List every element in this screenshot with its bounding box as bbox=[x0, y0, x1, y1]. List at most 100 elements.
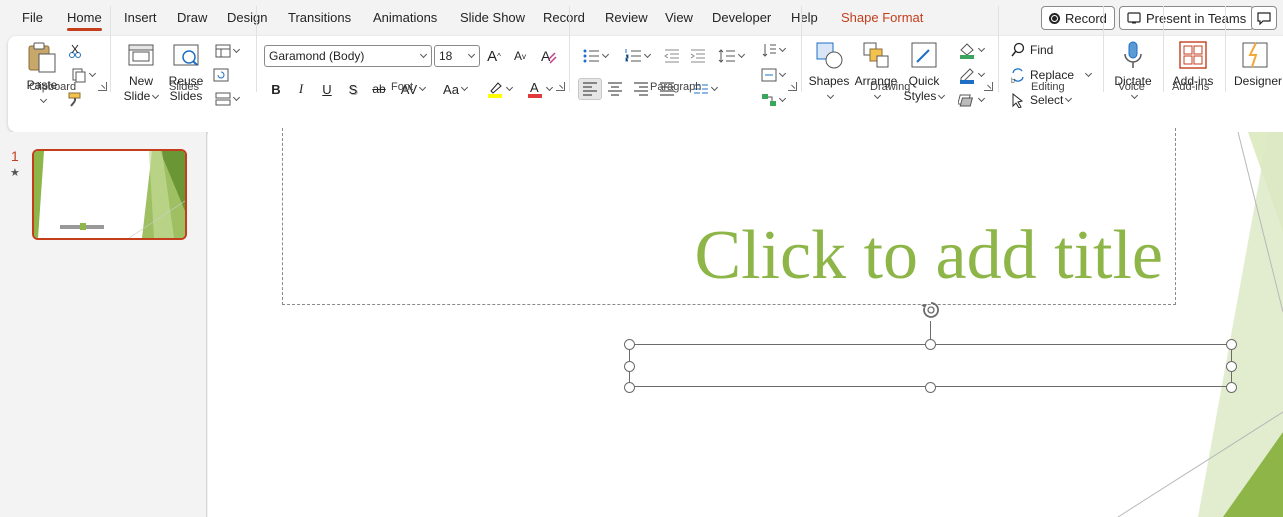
selected-text-box[interactable] bbox=[629, 344, 1232, 387]
increase-indent-button[interactable] bbox=[688, 45, 708, 67]
tab-shape-format[interactable]: Shape Format bbox=[841, 10, 923, 25]
align-right-button[interactable] bbox=[630, 78, 652, 100]
rotate-handle-icon[interactable] bbox=[918, 299, 944, 323]
reuse-slides-button[interactable]: Reuse Slides bbox=[166, 40, 206, 104]
font-launcher-icon[interactable] bbox=[556, 82, 565, 91]
resize-handle-bottom-right[interactable] bbox=[1226, 382, 1237, 393]
menu-bar: File Home Insert Draw Design Transitions… bbox=[0, 0, 1283, 36]
chevron-down-icon bbox=[778, 44, 787, 52]
tab-help[interactable]: Help bbox=[791, 10, 818, 25]
reset-button[interactable] bbox=[212, 66, 230, 84]
slide-thumbnail-1[interactable] bbox=[32, 149, 187, 240]
quick-styles-button[interactable]: Quick Styles bbox=[902, 40, 946, 104]
shape-effects-icon bbox=[958, 94, 974, 107]
tab-review[interactable]: Review bbox=[605, 10, 648, 25]
bold-button[interactable]: B bbox=[265, 78, 287, 100]
select-button[interactable]: Select bbox=[1010, 90, 1073, 110]
italic-button[interactable]: I bbox=[290, 78, 312, 100]
underline-button[interactable]: U bbox=[316, 78, 338, 100]
resize-handle-bottom[interactable] bbox=[925, 382, 936, 393]
font-size-combo[interactable]: 18 bbox=[434, 45, 480, 67]
shape-fill-button[interactable] bbox=[954, 40, 988, 60]
clear-formatting-button[interactable]: A bbox=[537, 45, 559, 67]
tab-design[interactable]: Design bbox=[227, 10, 267, 25]
resize-handle-top-left[interactable] bbox=[624, 339, 635, 350]
numbering-button[interactable] bbox=[620, 45, 654, 67]
align-left-button[interactable] bbox=[578, 78, 602, 100]
svg-text:A: A bbox=[541, 48, 551, 64]
drawing-group-label: Drawing bbox=[870, 81, 911, 93]
find-button[interactable]: Find bbox=[1010, 40, 1053, 60]
new-slide-button[interactable]: New Slide bbox=[120, 40, 162, 104]
chevron-down-icon bbox=[643, 50, 652, 58]
change-case-button[interactable]: Aa bbox=[438, 78, 472, 100]
chevron-down-icon bbox=[419, 83, 427, 91]
bullets-button[interactable] bbox=[578, 45, 612, 67]
slide-number: 1 bbox=[11, 148, 19, 164]
shrink-font-button[interactable]: Av bbox=[509, 45, 531, 67]
svg-text:A: A bbox=[530, 80, 539, 95]
paste-button[interactable]: Paste bbox=[22, 40, 62, 108]
resize-handle-top[interactable] bbox=[925, 339, 936, 350]
tab-home[interactable]: Home bbox=[67, 10, 102, 31]
drawing-launcher-icon[interactable] bbox=[984, 82, 993, 91]
section-button[interactable] bbox=[212, 90, 242, 108]
tab-transitions[interactable]: Transitions bbox=[288, 10, 351, 25]
decrease-indent-button[interactable] bbox=[662, 45, 682, 67]
shape-effects-button[interactable] bbox=[954, 90, 988, 110]
clipboard-launcher-icon[interactable] bbox=[98, 82, 107, 91]
text-direction-button[interactable] bbox=[756, 40, 790, 60]
tab-insert[interactable]: Insert bbox=[124, 10, 157, 25]
dictate-button[interactable]: Dictate bbox=[1110, 40, 1156, 104]
tab-draw[interactable]: Draw bbox=[177, 10, 207, 25]
resize-handle-right[interactable] bbox=[1226, 361, 1237, 372]
font-color-icon: A bbox=[528, 80, 542, 98]
highlight-color-button[interactable] bbox=[482, 78, 516, 100]
strikethrough-button[interactable]: ab bbox=[368, 78, 390, 100]
title-placeholder[interactable]: Click to add title bbox=[282, 128, 1176, 305]
align-center-button[interactable] bbox=[604, 78, 626, 100]
pen-icon bbox=[960, 68, 974, 84]
tab-slide-show[interactable]: Slide Show bbox=[460, 10, 525, 25]
chevron-down-icon bbox=[737, 50, 746, 58]
numbering-icon bbox=[625, 49, 641, 62]
chevron-down-icon bbox=[232, 45, 241, 53]
align-text-button[interactable] bbox=[756, 65, 790, 85]
chevron-down-icon bbox=[710, 83, 719, 91]
tab-view[interactable]: View bbox=[665, 10, 693, 25]
comment-icon bbox=[1257, 11, 1271, 25]
align-text-icon bbox=[761, 68, 777, 82]
arrange-button[interactable]: Arrange bbox=[854, 40, 898, 104]
chevron-down-icon bbox=[88, 69, 97, 77]
add-ins-group-label: Add-ins bbox=[1172, 81, 1210, 93]
comments-button[interactable] bbox=[1251, 6, 1277, 30]
shadow-button[interactable]: S bbox=[342, 78, 364, 100]
record-icon bbox=[1049, 12, 1060, 24]
new-slide-icon bbox=[128, 44, 154, 66]
chevron-down-icon bbox=[873, 91, 882, 100]
tab-animations[interactable]: Animations bbox=[373, 10, 437, 25]
tab-developer[interactable]: Developer bbox=[712, 10, 771, 25]
convert-smartart-button[interactable] bbox=[756, 90, 790, 110]
line-spacing-button[interactable] bbox=[714, 45, 748, 67]
resize-handle-top-right[interactable] bbox=[1226, 339, 1237, 350]
cut-button[interactable] bbox=[66, 42, 84, 60]
font-color-button[interactable]: A bbox=[522, 78, 556, 100]
grow-font-button[interactable]: A ^ bbox=[483, 45, 505, 67]
resize-handle-bottom-left[interactable] bbox=[624, 382, 635, 393]
font-name-combo[interactable]: Garamond (Body) bbox=[264, 45, 432, 67]
present-in-teams-button[interactable]: Present in Teams bbox=[1119, 6, 1255, 30]
shapes-button[interactable]: Shapes bbox=[808, 40, 850, 104]
tab-record[interactable]: Record bbox=[543, 10, 585, 25]
shape-outline-button[interactable] bbox=[954, 65, 988, 85]
chevron-down-icon bbox=[545, 83, 554, 91]
tab-file[interactable]: File bbox=[22, 10, 43, 25]
resize-handle-left[interactable] bbox=[624, 361, 635, 372]
designer-button[interactable]: Designer bbox=[1232, 40, 1283, 89]
layout-button[interactable] bbox=[212, 42, 242, 60]
paragraph-launcher-icon[interactable] bbox=[788, 82, 797, 91]
arrange-icon bbox=[863, 42, 889, 68]
animation-star-icon: ★ bbox=[10, 167, 20, 179]
chevron-down-icon bbox=[1084, 69, 1093, 77]
layout-icon bbox=[215, 44, 231, 58]
